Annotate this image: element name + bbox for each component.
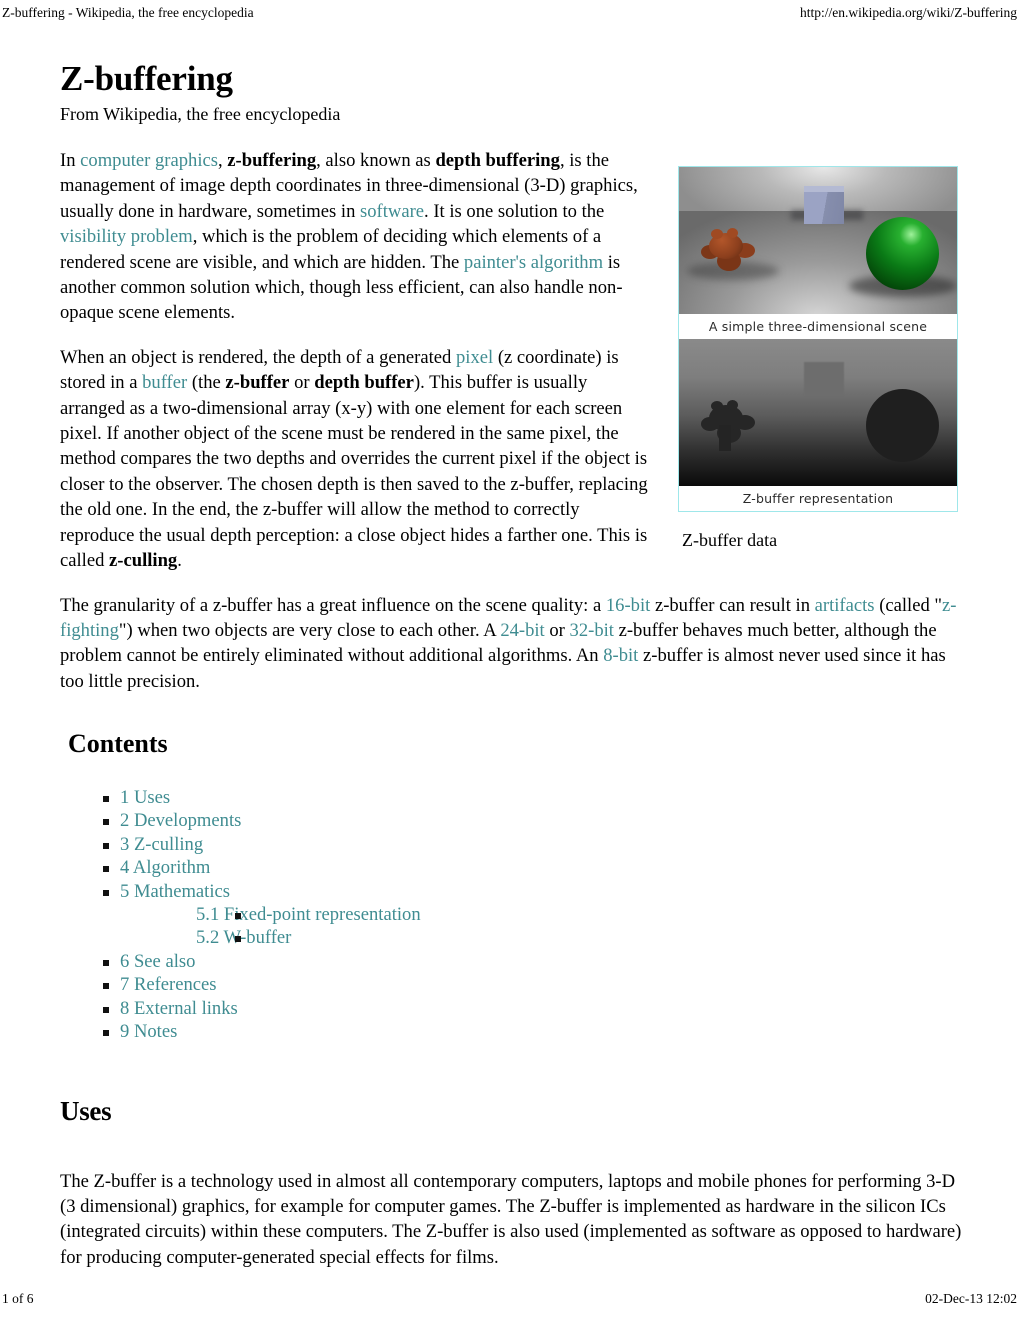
text-fragment: (the xyxy=(187,372,226,394)
text-fragment: When an object is rendered, the depth of… xyxy=(60,346,456,368)
toc-item-algorithm[interactable]: 4 Algorithm xyxy=(100,856,421,879)
toc-item-developments[interactable]: 2 Developments xyxy=(100,809,421,832)
text-fragment: In xyxy=(60,150,81,171)
link-buffer[interactable]: buffer xyxy=(142,372,187,393)
print-header-url: http://en.wikipedia.org/wiki/Z-buffering xyxy=(800,5,1017,20)
scene-image-zbuffer xyxy=(679,339,957,486)
page-title: Z-buffering xyxy=(60,59,233,98)
link-24-bit[interactable]: 24-bit xyxy=(500,620,544,641)
table-of-contents: 1 Uses 2 Developments 3 Z-culling 4 Algo… xyxy=(100,786,421,1043)
text-fragment: The granularity of a z-buffer has a grea… xyxy=(60,594,606,616)
contents-heading: Contents xyxy=(68,729,168,758)
toc-item-z-culling[interactable]: 3 Z-culling xyxy=(100,833,421,856)
link-8-bit[interactable]: 8-bit xyxy=(603,645,638,666)
term-z-buffer: z-buffer xyxy=(225,372,290,394)
print-footer: 1 of 6 02-Dec-13 12:02 xyxy=(0,1290,1020,1308)
term-z-culling: z-culling xyxy=(109,550,178,572)
term-depth-buffer: depth buffer xyxy=(314,372,414,394)
zbuffer-cube xyxy=(804,362,844,396)
print-header-title: Z-buffering - Wikipedia, the free encycl… xyxy=(2,5,254,20)
toc-item-fixed-point-representation[interactable]: 5.1 Fixed-point representation xyxy=(176,903,421,926)
toc-link[interactable]: 4 Algorithm xyxy=(120,857,210,878)
text-fragment: or xyxy=(544,619,570,641)
toc-link[interactable]: 5.1 Fixed-point representation xyxy=(196,904,421,925)
intro-paragraph-1: In computer graphics, z-buffering, also … xyxy=(60,148,652,326)
scene-image-3d xyxy=(679,167,957,314)
green-sphere-object xyxy=(866,217,939,290)
toc-item-external-links[interactable]: 8 External links xyxy=(100,997,421,1020)
text-fragment: ") when two objects are very close to ea… xyxy=(118,619,501,641)
site-tagline: From Wikipedia, the free encyclopedia xyxy=(60,104,341,124)
toc-link[interactable]: 1 Uses xyxy=(120,787,170,808)
toc-item-mathematics[interactable]: 5 Mathematics 5.1 Fixed-point representa… xyxy=(100,880,421,950)
link-pixel[interactable]: pixel xyxy=(456,347,493,368)
print-header: Z-buffering - Wikipedia, the free encycl… xyxy=(0,3,1020,23)
link-artifacts[interactable]: artifacts xyxy=(815,595,875,616)
cube-top-face xyxy=(804,186,844,192)
link-16-bit[interactable]: 16-bit xyxy=(606,595,650,616)
text-fragment: , xyxy=(218,150,228,171)
text-fragment: , also known as xyxy=(316,150,436,171)
text-fragment: (called " xyxy=(874,594,943,616)
figure-caption-top: A simple three-dimensional scene xyxy=(679,314,957,339)
toc-item-see-also[interactable]: 6 See also xyxy=(100,950,421,973)
intro-paragraph-3: The granularity of a z-buffer has a grea… xyxy=(60,593,963,695)
page-number: 1 of 6 xyxy=(2,1291,34,1306)
toc-link[interactable]: 5.2 W-buffer xyxy=(196,927,291,948)
toc-link[interactable]: 2 Developments xyxy=(120,810,241,831)
toc-item-notes[interactable]: 9 Notes xyxy=(100,1020,421,1043)
link-computer-graphics[interactable]: computer graphics xyxy=(80,150,218,171)
text-fragment: . xyxy=(177,550,182,572)
toc-link[interactable]: 9 Notes xyxy=(120,1021,177,1042)
section-heading-uses: Uses xyxy=(60,1096,112,1126)
toc-link[interactable]: 8 External links xyxy=(120,998,238,1019)
zbuffer-sphere xyxy=(866,389,939,462)
zbuffer-depth-scene xyxy=(679,339,957,486)
cube-object xyxy=(804,190,844,224)
text-fragment: ). This buffer is usually arranged as a … xyxy=(60,372,648,572)
print-timestamp: 02-Dec-13 12:02 xyxy=(925,1291,1017,1306)
toc-sublist-mathematics: 5.1 Fixed-point representation 5.2 W-buf… xyxy=(120,903,421,950)
link-painters-algorithm[interactable]: painter's algorithm xyxy=(464,252,603,273)
text-fragment: z-buffer can result in xyxy=(650,594,815,616)
zbuffer-figure[interactable]: A simple three-dimensional scene Z-buffe… xyxy=(678,166,958,512)
toc-link[interactable]: 3 Z-culling xyxy=(120,834,203,855)
toc-link[interactable]: 6 See also xyxy=(120,951,195,972)
figure-caption-bottom: Z-buffer representation xyxy=(679,486,957,511)
toc-link[interactable]: 7 References xyxy=(120,974,217,995)
toc-item-uses[interactable]: 1 Uses xyxy=(100,786,421,809)
zbuffer-teapot xyxy=(701,399,763,451)
toc-item-references[interactable]: 7 References xyxy=(100,973,421,996)
link-software[interactable]: software xyxy=(360,201,424,222)
rendered-3d-scene xyxy=(679,167,957,314)
text-fragment: or xyxy=(289,372,315,394)
toc-item-w-buffer[interactable]: 5.2 W-buffer xyxy=(176,926,421,949)
intro-paragraph-2: When an object is rendered, the depth of… xyxy=(60,345,652,574)
figure-outer-caption: Z-buffer data xyxy=(682,530,778,550)
teapot-object xyxy=(701,227,763,275)
toc-link[interactable]: 5 Mathematics xyxy=(120,881,230,902)
link-32-bit[interactable]: 32-bit xyxy=(570,620,614,641)
term-z-buffering: z-buffering xyxy=(227,150,317,171)
term-depth-buffering: depth buffering xyxy=(435,150,560,171)
link-visibility-problem[interactable]: visibility problem xyxy=(60,226,193,247)
uses-paragraph: The Z-buffer is a technology used in alm… xyxy=(60,1170,962,1268)
text-fragment: . It is one solution to the xyxy=(424,200,605,222)
